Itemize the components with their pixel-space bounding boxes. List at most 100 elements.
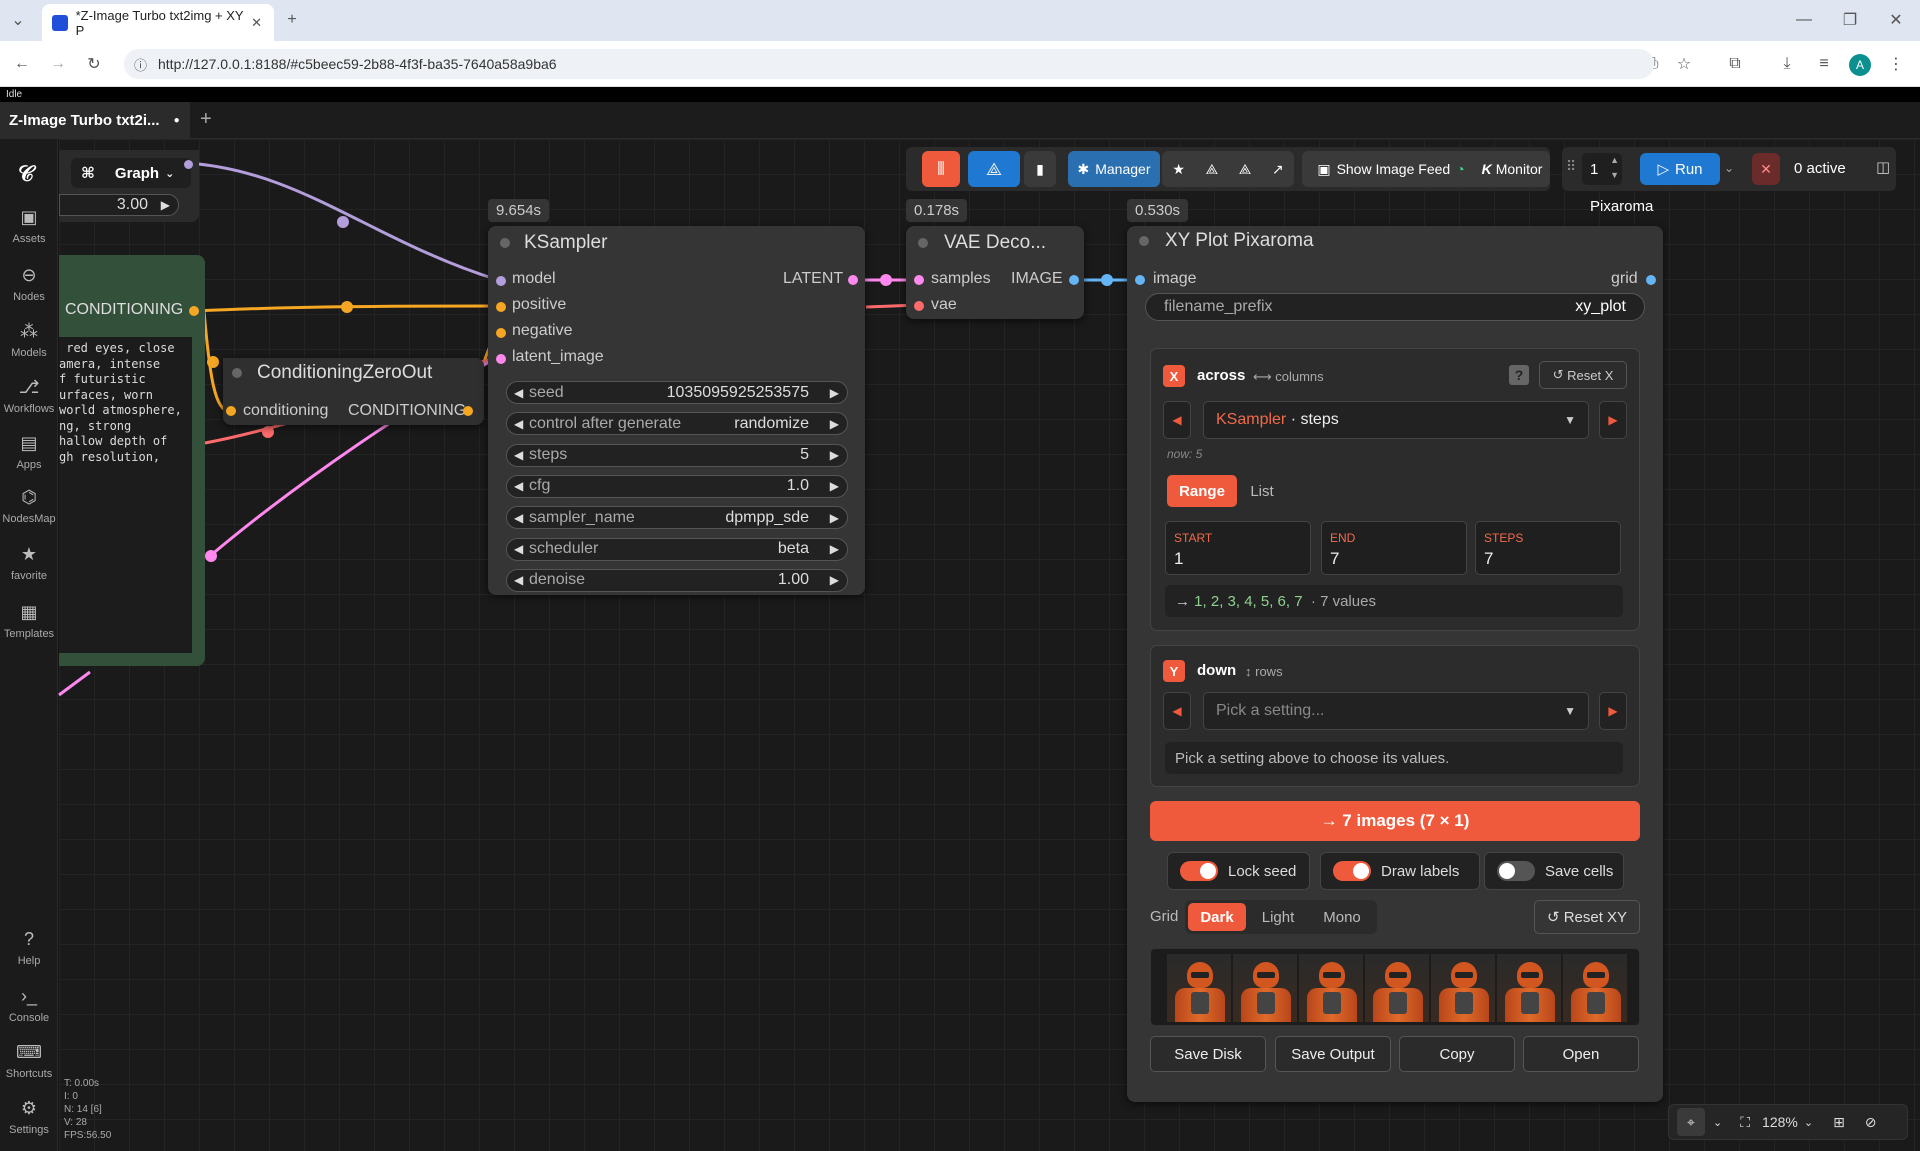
save-cells-switch[interactable] <box>1497 861 1535 881</box>
decrement-arrow-icon[interactable]: ◀ <box>514 573 523 587</box>
increment-arrow-icon[interactable]: ▶ <box>830 448 839 462</box>
increment-arrow-icon[interactable]: ▶ <box>830 386 839 400</box>
increment-arrow-icon[interactable]: ▶ <box>830 417 839 431</box>
cancel-icon[interactable]: ✕ <box>1752 153 1780 185</box>
x-end-field[interactable]: END 7 <box>1321 521 1467 575</box>
show-image-feed-button[interactable]: ▣ Show Image Feed ◔ <box>1302 151 1480 187</box>
conditioning-zero-out-node[interactable]: ConditioningZeroOut conditioning CONDITI… <box>223 358 484 425</box>
latent-output-port[interactable] <box>848 275 858 285</box>
bookmark-icon[interactable]: ▮ <box>1024 151 1056 187</box>
run-button[interactable]: ▷ Run <box>1640 153 1720 185</box>
model-input-port[interactable] <box>496 276 506 286</box>
decrement-arrow-icon[interactable]: ◀ <box>514 511 523 525</box>
widget-denoise[interactable]: ◀ denoise 1.00 ▶ <box>506 568 848 592</box>
x-start-field[interactable]: START 1 <box>1165 521 1311 575</box>
range-mode-tab[interactable]: Range <box>1167 475 1237 507</box>
draw-labels-switch[interactable] <box>1333 861 1371 881</box>
lock-seed-switch[interactable] <box>1180 861 1218 881</box>
widget-steps[interactable]: ◀ steps 5 ▶ <box>506 443 848 467</box>
help-icon[interactable]: ? <box>1509 365 1529 385</box>
zoom-level[interactable]: 128% <box>1762 1114 1798 1130</box>
cond-zero-output-port[interactable] <box>463 406 473 416</box>
increment-arrow-icon[interactable]: ▶ <box>161 198 170 212</box>
run-options-icon[interactable]: ⌄ <box>1724 161 1734 175</box>
stepper-down-icon[interactable]: ▼ <box>1610 170 1619 180</box>
widget-scheduler[interactable]: ◀ scheduler beta ▶ <box>506 537 848 561</box>
list-mode-tab[interactable]: List <box>1237 475 1287 507</box>
x-next-setting-icon[interactable]: ▶ <box>1599 401 1627 439</box>
star-icon[interactable]: ★ <box>1172 161 1185 178</box>
widget-cfg[interactable]: ◀ cfg 1.0 ▶ <box>506 474 848 498</box>
x-axis-hint: ⟷ columns <box>1253 369 1324 385</box>
ksampler-node[interactable]: KSampler model positive negative latent_ima… <box>488 226 865 595</box>
x-prev-setting-icon[interactable]: ◀ <box>1163 401 1191 439</box>
x-setting-dropdown[interactable]: KSampler · steps ▼ <box>1203 401 1589 439</box>
drag-handle-icon[interactable]: ⠿ <box>1566 158 1576 175</box>
draw-labels-toggle[interactable]: Draw labels <box>1320 852 1480 890</box>
monitor-button[interactable]: K Monitor <box>1474 151 1550 187</box>
theme-dark-tab[interactable]: Dark <box>1188 903 1246 931</box>
lock-seed-toggle[interactable]: Lock seed <box>1167 852 1310 890</box>
pixaroma-icon[interactable]: ⫴ <box>922 151 960 187</box>
share-icon[interactable]: ↗ <box>1272 161 1284 178</box>
fit-view-icon[interactable]: ⛶ <box>1740 1114 1750 1131</box>
vae-decode-node[interactable]: VAE Deco... samples vae IMAGE <box>906 226 1084 319</box>
x-steps-field[interactable]: STEPS 7 <box>1475 521 1621 575</box>
image-output-port[interactable] <box>1069 275 1079 285</box>
model-output-port[interactable] <box>184 160 193 169</box>
conditioning-input-port[interactable] <box>226 406 236 416</box>
widget-control-after-generate[interactable]: ◀ control after generate randomize ▶ <box>506 412 848 436</box>
samples-input-port[interactable] <box>914 275 924 285</box>
prompt-text-line: urfaces, worn <box>59 387 153 402</box>
tool-menu-icon[interactable]: ⌄ <box>1713 1116 1722 1129</box>
reset-xy-button[interactable]: ↺ Reset XY <box>1534 900 1640 934</box>
hide-links-icon[interactable]: ⊘ <box>1865 1114 1877 1131</box>
widget-sampler-name[interactable]: ◀ sampler_name dpmpp_sde ▶ <box>506 506 848 530</box>
decrement-arrow-icon[interactable]: ◀ <box>514 417 523 431</box>
prompt-text-line: world atmosphere, <box>59 403 182 417</box>
prompt-output-port[interactable] <box>189 306 199 316</box>
prompt-textarea[interactable]: red eyes, close amera, intense f futuristi… <box>59 337 192 653</box>
negative-input-port[interactable] <box>496 328 506 338</box>
grid-output-port[interactable] <box>1646 275 1656 285</box>
graph-selector[interactable]: ⌘ Graph ⌄ <box>71 158 191 188</box>
vae-input-port[interactable] <box>914 301 924 311</box>
manager-button[interactable]: ✱ Manager <box>1068 151 1160 187</box>
increment-arrow-icon[interactable]: ▶ <box>830 573 839 587</box>
prompt-node[interactable]: CONDITIONING red eyes, close amera, inten… <box>59 255 205 666</box>
theme-light-tab[interactable]: Light <box>1250 903 1306 931</box>
image-input-port[interactable] <box>1135 275 1145 285</box>
latent_image-input-port[interactable] <box>496 354 506 364</box>
y-prev-setting-icon[interactable]: ◀ <box>1163 692 1191 730</box>
decrement-arrow-icon[interactable]: ◀ <box>514 386 523 400</box>
increment-arrow-icon[interactable]: ▶ <box>830 511 839 525</box>
filename-prefix-widget[interactable]: filename_prefix xy_plot <box>1145 293 1645 321</box>
theme-mono-tab[interactable]: Mono <box>1312 903 1372 931</box>
panel-toggle-icon[interactable]: ◫ <box>1876 158 1890 176</box>
positive-input-port[interactable] <box>496 302 506 312</box>
save-disk-button[interactable]: Save Disk <box>1150 1036 1266 1072</box>
queue-count-input[interactable]: 1 ▲ ▼ <box>1582 153 1622 185</box>
save-cells-toggle[interactable]: Save cells <box>1484 852 1624 890</box>
stepper-up-icon[interactable]: ▲ <box>1610 155 1619 165</box>
zoom-menu-icon[interactable]: ⌄ <box>1804 1116 1813 1129</box>
y-setting-dropdown[interactable]: Pick a setting... ▼ <box>1203 692 1589 730</box>
increment-arrow-icon[interactable]: ▶ <box>830 479 839 493</box>
generate-grid-button[interactable]: → 7 images (7 × 1) <box>1150 801 1640 841</box>
decrement-arrow-icon[interactable]: ◀ <box>514 479 523 493</box>
reset-x-button[interactable]: ↺ Reset X <box>1539 361 1627 389</box>
ai-icon[interactable]: ⟁ <box>1206 161 1219 178</box>
minimap-icon[interactable]: ⊞ <box>1833 1114 1845 1131</box>
decrement-arrow-icon[interactable]: ◀ <box>514 542 523 556</box>
save-output-button[interactable]: Save Output <box>1275 1036 1391 1072</box>
float-widget[interactable]: 3.00 ▶ <box>59 194 179 216</box>
open-button[interactable]: Open <box>1523 1036 1639 1072</box>
ai-alt-icon[interactable]: ⟁ <box>1239 161 1252 178</box>
decrement-arrow-icon[interactable]: ◀ <box>514 448 523 462</box>
widget-seed[interactable]: ◀ seed 1035095925253575 ▶ <box>506 381 848 404</box>
select-tool-icon[interactable]: ⌖ <box>1677 1108 1705 1136</box>
comfy-mark-icon[interactable]: ⟁ <box>968 151 1020 187</box>
y-next-setting-icon[interactable]: ▶ <box>1599 692 1627 730</box>
increment-arrow-icon[interactable]: ▶ <box>830 542 839 556</box>
copy-button[interactable]: Copy <box>1399 1036 1515 1072</box>
